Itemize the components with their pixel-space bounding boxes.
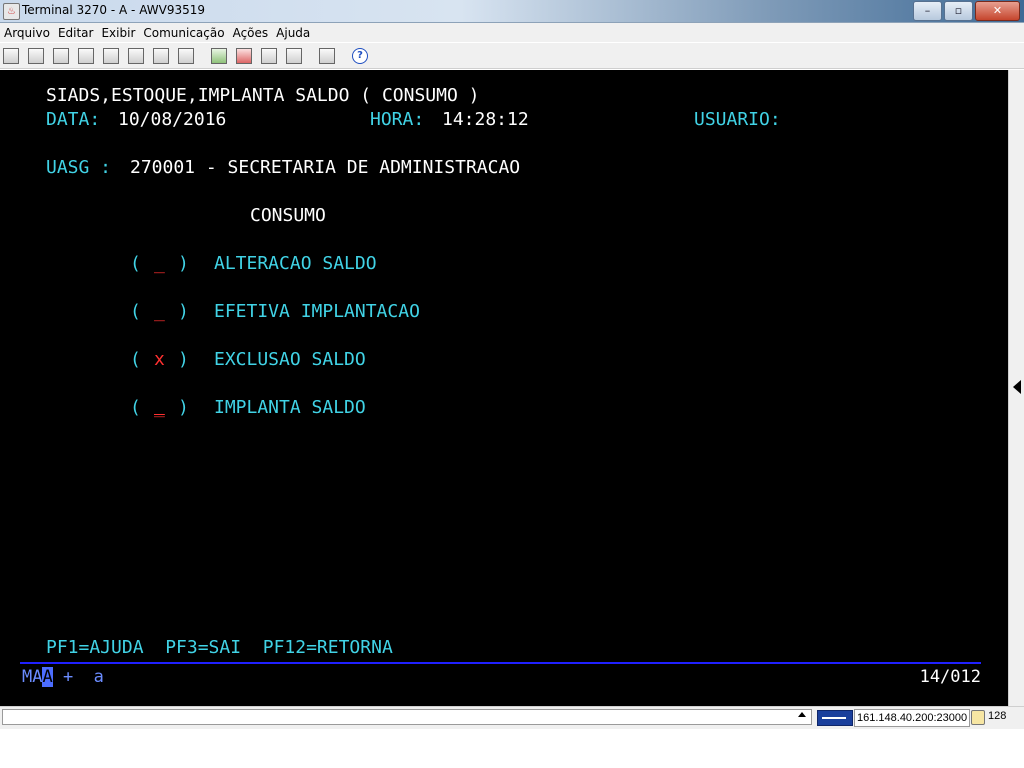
menu-arquivo[interactable]: Arquivo — [0, 26, 54, 40]
option-alteracao-label: ALTERACAO SALDO — [214, 253, 377, 274]
menu-ajuda[interactable]: Ajuda — [272, 26, 314, 40]
terminal-screen[interactable]: SIADS,ESTOQUE,IMPLANTA SALDO ( CONSUMO )… — [0, 70, 1008, 706]
settings-icon[interactable] — [319, 47, 335, 64]
option-bracket-open: ( — [130, 253, 141, 274]
print-screen-icon[interactable] — [3, 47, 19, 64]
host-address: 161.148.40.200:23000 — [854, 709, 971, 727]
option-exclusao-input[interactable]: x — [154, 349, 165, 371]
option-bracket-close: ) — [178, 301, 189, 322]
menu-acoes[interactable]: Ações — [229, 26, 273, 40]
encryption-bits: 128 — [988, 710, 1007, 722]
data-label: DATA: — [46, 109, 101, 130]
minimize-button[interactable]: – — [913, 1, 942, 21]
menu-bar: Arquivo Editar Exibir Comunicação Ações … — [0, 23, 1024, 42]
side-panel-toggle[interactable] — [1008, 70, 1024, 706]
screen-title: SIADS,ESTOQUE,IMPLANTA SALDO ( CONSUMO ) — [46, 85, 480, 106]
option-bracket-close: ) — [178, 349, 189, 370]
collapse-arrow-icon[interactable] — [1013, 380, 1021, 394]
print-setup-icon[interactable] — [53, 47, 69, 64]
menu-comunicacao[interactable]: Comunicação — [139, 26, 228, 40]
copy-append-icon[interactable] — [128, 47, 144, 64]
status-bar: 161.148.40.200:23000 128 — [0, 706, 1024, 729]
operator-info-area: MAA + a — [22, 667, 104, 687]
close-button[interactable]: ✕ — [975, 1, 1020, 21]
toolbar: ? — [0, 43, 1024, 69]
oia-separator — [20, 662, 981, 664]
help-icon[interactable]: ? — [352, 47, 368, 64]
status-message-field — [2, 709, 812, 725]
hora-label: HORA: — [370, 109, 425, 130]
connection-status-icon — [817, 710, 853, 726]
uasg-label: UASG : — [46, 157, 112, 178]
print-icon[interactable] — [28, 47, 44, 64]
section-title: CONSUMO — [250, 205, 326, 226]
macro-icon[interactable] — [153, 47, 169, 64]
uasg-value: 270001 - SECRETARIA DE ADMINISTRACAO — [130, 157, 521, 178]
cursor-position: 14/012 — [919, 667, 981, 687]
function-keys-hint: PF1=AJUDA PF3=SAI PF12=RETORNA — [46, 637, 393, 658]
window-controls: – ▫ ✕ — [913, 1, 1020, 21]
oia-indicators: + a — [52, 667, 104, 687]
paste-icon[interactable] — [103, 47, 119, 64]
connect-icon[interactable] — [261, 47, 277, 64]
option-implanta-label: IMPLANTA SALDO — [214, 397, 366, 418]
option-bracket-close: ) — [178, 253, 189, 274]
option-alteracao-input[interactable]: _ — [154, 253, 165, 275]
receive-file-icon[interactable] — [236, 47, 252, 64]
disconnect-icon[interactable] — [286, 47, 302, 64]
copy-icon[interactable] — [78, 47, 94, 64]
option-efetiva-label: EFETIVA IMPLANTACAO — [214, 301, 420, 322]
option-bracket-open: ( — [130, 397, 141, 418]
java-app-icon[interactable]: ♨ — [3, 3, 20, 20]
option-implanta-input[interactable]: _ — [154, 397, 165, 419]
keypad-icon[interactable] — [178, 47, 194, 64]
oia-mode: MA — [22, 667, 43, 687]
window-title: Terminal 3270 - A - AWV93519 — [22, 3, 205, 17]
menu-exibir[interactable]: Exibir — [97, 26, 139, 40]
option-bracket-close: ) — [178, 397, 189, 418]
option-bracket-open: ( — [130, 301, 141, 322]
hora-value: 14:28:12 — [442, 109, 529, 130]
scroll-up-icon[interactable] — [798, 712, 806, 717]
option-bracket-open: ( — [130, 349, 141, 370]
title-bar: ♨ Terminal 3270 - A - AWV93519 – ▫ ✕ — [0, 0, 1024, 23]
option-efetiva-input[interactable]: _ — [154, 301, 165, 323]
maximize-button[interactable]: ▫ — [944, 1, 973, 21]
menu-editar[interactable]: Editar — [54, 26, 98, 40]
data-value: 10/08/2016 — [118, 109, 227, 130]
send-file-icon[interactable] — [211, 47, 227, 64]
lock-icon — [971, 710, 985, 725]
option-exclusao-label: EXCLUSAO SALDO — [214, 349, 366, 370]
oia-cursor: A — [42, 667, 53, 687]
usuario-label: USUARIO: — [694, 109, 781, 130]
